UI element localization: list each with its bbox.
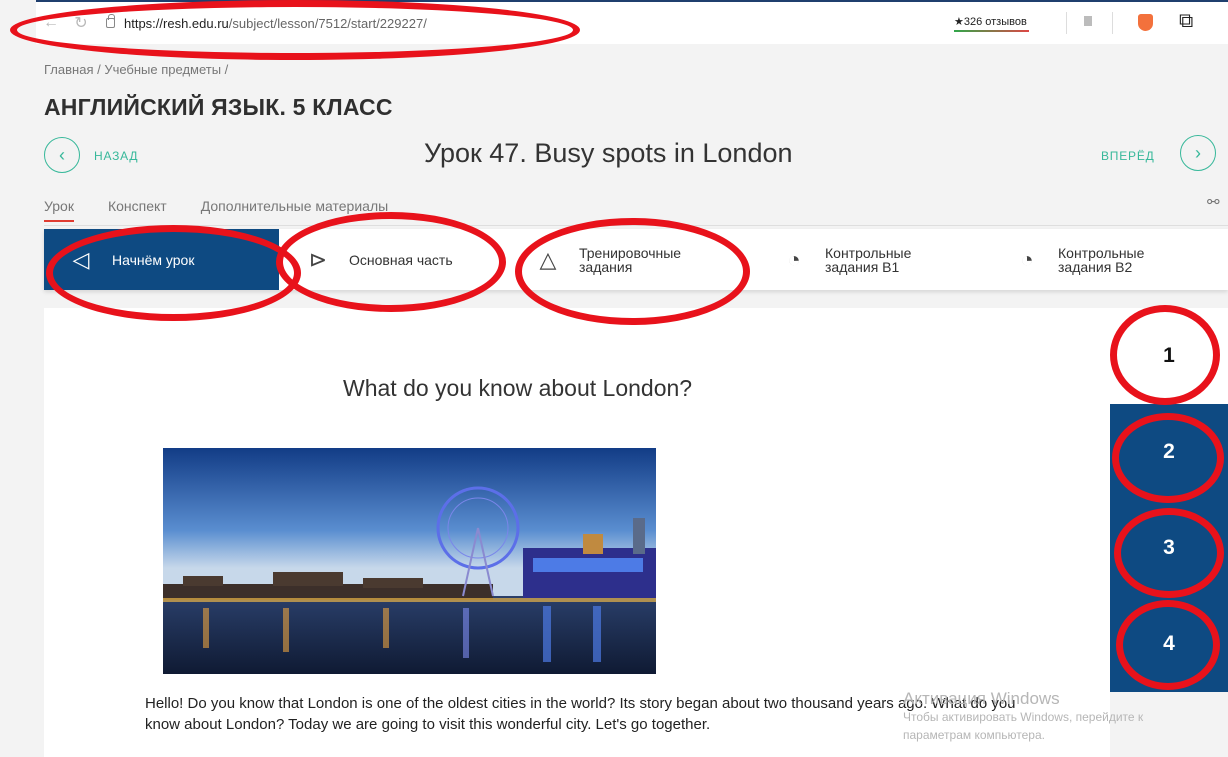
tab-extra-materials[interactable]: Дополнительные материалы [201, 198, 388, 214]
divider [1112, 12, 1113, 34]
page: ← ↻ https://resh.edu.ru /subject/lesson/… [0, 0, 1228, 757]
page-4-button[interactable]: 4 [1110, 596, 1228, 692]
stopwatch-icon: ◔ [787, 246, 801, 272]
step-label: Тренировочные задания [579, 244, 682, 275]
rating-badge[interactable]: ★326 отзывов [954, 15, 1029, 32]
step-training[interactable]: △ Тренировочные задания [517, 229, 767, 290]
forward-label[interactable]: ВПЕРЁД [1101, 149, 1155, 163]
windows-activation-watermark: Активация Windows Чтобы активировать Win… [903, 690, 1143, 744]
tab-divider [44, 225, 1228, 226]
stopwatch-icon: ◔ [1020, 246, 1034, 272]
page-3-button[interactable]: 3 [1110, 500, 1228, 596]
pyramid-icon: △ [539, 246, 557, 272]
step-start[interactable]: ◁ Начнём урок [44, 229, 279, 290]
step-label: Основная часть [349, 251, 453, 268]
back-button[interactable]: ‹ [44, 137, 80, 173]
share-icon[interactable]: ⚯ [1207, 193, 1220, 211]
url-host: https://resh.edu.ru [124, 15, 229, 31]
step-label: Контрольные задания В1 [825, 244, 912, 275]
back-arrow-icon[interactable]: ← [36, 14, 66, 32]
chevron-right-icon: › [1195, 142, 1201, 163]
subject-title: АНГЛИЙСКИЙ ЯЗЫК. 5 КЛАСС [44, 94, 393, 120]
lesson-steps: ◁ Начнём урок ⊳ Основная часть △ Трениро… [44, 229, 1228, 290]
tab-summary[interactable]: Конспект [108, 198, 167, 214]
address-bar[interactable]: https://resh.edu.ru /subject/lesson/7512… [106, 14, 427, 31]
question-heading: What do you know about London? [343, 375, 693, 401]
reload-icon[interactable]: ↻ [66, 13, 96, 33]
bookmark-icon[interactable] [1084, 16, 1092, 26]
step-control-b2[interactable]: ◔ Контрольные задания В2 [1000, 229, 1228, 290]
shield-icon[interactable] [1138, 14, 1153, 31]
lock-icon [106, 14, 115, 28]
step-label: Контрольные задания В2 [1058, 244, 1145, 275]
breadcrumb[interactable]: Главная / Учебные предметы / [44, 62, 228, 77]
tab-lesson[interactable]: Урок [44, 198, 74, 222]
london-photo [163, 448, 656, 674]
play-icon: ⊳ [308, 246, 328, 272]
step-label: Начнём урок [112, 251, 195, 268]
step-control-b1[interactable]: ◔ Контрольные задания В1 [767, 229, 1000, 290]
browser-toolbar: ← ↻ https://resh.edu.ru /subject/lesson/… [36, 0, 1228, 44]
page-2-button[interactable]: 2 [1110, 404, 1228, 500]
megaphone-icon: ◁ [72, 246, 90, 272]
back-label[interactable]: НАЗАД [94, 149, 138, 163]
watermark-title: Активация Windows [903, 689, 1060, 708]
chevron-left-icon: ‹ [59, 144, 65, 165]
watermark-line: параметрам компьютера. [903, 728, 1045, 742]
url-path: /subject/lesson/7512/start/229227/ [228, 15, 427, 31]
watermark-line: Чтобы активировать Windows, перейдите к [903, 710, 1144, 724]
page-1-button[interactable]: 1 [1110, 308, 1228, 404]
forward-button[interactable]: › [1180, 135, 1216, 171]
slide-pager: 1 2 3 4 [1110, 308, 1228, 692]
divider [1066, 12, 1067, 34]
step-main[interactable]: ⊳ Основная часть [279, 229, 517, 290]
lesson-title: Урок 47. Busy spots in London [424, 138, 793, 168]
lesson-tabs: Урок Конспект Дополнительные материалы [44, 198, 422, 222]
extension-icon[interactable]: ⧉ [1179, 10, 1193, 33]
